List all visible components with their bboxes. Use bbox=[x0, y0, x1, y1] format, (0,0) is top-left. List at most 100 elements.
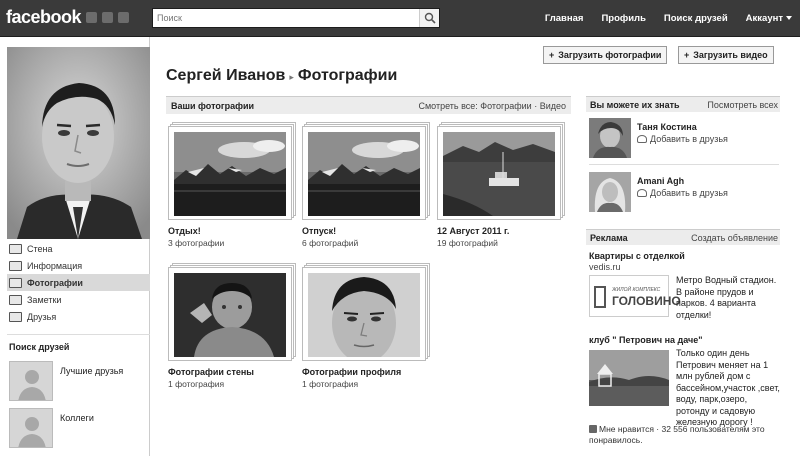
album-count: 1 фотография bbox=[168, 379, 225, 389]
album-cover bbox=[437, 122, 565, 220]
add-friend-icon bbox=[637, 135, 647, 143]
notes-icon bbox=[9, 294, 22, 305]
menu-photos[interactable]: Фотографии bbox=[7, 274, 150, 291]
menu-label: Заметки bbox=[27, 294, 62, 305]
menu-info[interactable]: Информация bbox=[7, 257, 150, 274]
photos-icon bbox=[9, 277, 22, 288]
notification-jewels bbox=[86, 12, 129, 23]
album-photo bbox=[308, 273, 420, 357]
avatar[interactable] bbox=[589, 118, 631, 158]
info-icon bbox=[9, 260, 22, 271]
create-ad-link[interactable]: Создать объявление bbox=[691, 233, 778, 243]
ad2-title[interactable]: клуб " Петрович на даче" bbox=[589, 335, 703, 345]
album-cover bbox=[168, 263, 296, 361]
ad1-title[interactable]: Квартиры с отделкой bbox=[589, 251, 685, 261]
album-cover bbox=[302, 263, 430, 361]
person-name[interactable]: Таня Костина bbox=[637, 122, 697, 132]
menu-friends[interactable]: Друзья bbox=[7, 308, 150, 325]
pymk-header: Вы можете их знать Посмотреть всех bbox=[586, 96, 780, 112]
menu-label: Фотографии bbox=[27, 277, 83, 288]
friends-icon bbox=[9, 311, 22, 322]
ad2-likes: Мне нравится · 32 556 пользователям это … bbox=[589, 424, 783, 446]
view-all-links[interactable]: Смотреть все: Фотографии · Видео bbox=[418, 101, 566, 111]
menu-notes[interactable]: Заметки bbox=[7, 291, 150, 308]
album-cover bbox=[302, 122, 430, 220]
album-photo bbox=[174, 132, 286, 216]
album-name[interactable]: Фотографии профиля bbox=[302, 367, 401, 377]
find-row-best-friends[interactable]: Лучшие друзья bbox=[9, 361, 149, 403]
search-button[interactable] bbox=[419, 9, 439, 27]
add-friend-link[interactable]: Добавить в друзья bbox=[637, 188, 728, 198]
search-box bbox=[152, 8, 440, 28]
find-row-label: Лучшие друзья bbox=[60, 366, 124, 376]
top-nav: Главная Профиль Поиск друзей Аккаунт bbox=[545, 13, 792, 24]
ads-header: Реклама Создать объявление bbox=[586, 229, 780, 245]
chevron-down-icon bbox=[786, 16, 792, 21]
silhouette-icon bbox=[9, 361, 53, 401]
add-friend-label: Добавить в друзья bbox=[650, 134, 728, 144]
nav-find-friends[interactable]: Поиск друзей bbox=[664, 13, 728, 24]
title-section: Фотографии bbox=[297, 67, 398, 84]
add-friend-link[interactable]: Добавить в друзья bbox=[637, 134, 728, 144]
find-row-coworkers[interactable]: Коллеги bbox=[9, 408, 149, 450]
upload-video-label: Загрузить видео bbox=[693, 50, 768, 60]
album-count: 19 фотографий bbox=[437, 238, 498, 248]
search-icon bbox=[424, 12, 436, 24]
pymk-see-all-link[interactable]: Посмотреть всех bbox=[707, 100, 778, 110]
add-friend-icon bbox=[637, 189, 647, 197]
silhouette-icon bbox=[9, 408, 53, 448]
photos-section-header: Ваши фотографии Смотреть все: Фотографии… bbox=[166, 96, 571, 114]
menu-label: Стена bbox=[27, 243, 53, 254]
album-count: 6 фотографий bbox=[302, 238, 359, 248]
ad2-image[interactable] bbox=[589, 350, 669, 406]
ad1-image[interactable]: ЖИЛОЙ КОМПЛЕКС ГОЛОВИНО bbox=[589, 275, 681, 317]
page-title: Сергей Иванов ▸ Фотографии bbox=[166, 67, 397, 85]
pymk-person: Amani Agh Добавить в друзья bbox=[589, 172, 779, 214]
messages-icon[interactable] bbox=[102, 12, 113, 23]
avatar[interactable] bbox=[589, 172, 631, 212]
album-name[interactable]: Отдых! bbox=[168, 226, 201, 236]
building-icon bbox=[594, 286, 606, 308]
notifications-icon[interactable] bbox=[118, 12, 129, 23]
divider bbox=[7, 334, 150, 335]
profile-photo bbox=[7, 47, 150, 239]
title-user[interactable]: Сергей Иванов bbox=[166, 67, 285, 84]
person-name[interactable]: Amani Agh bbox=[637, 176, 684, 186]
menu-wall[interactable]: Стена bbox=[7, 240, 150, 257]
facebook-logo[interactable]: facebook bbox=[6, 7, 82, 28]
album-photo bbox=[308, 132, 420, 216]
menu-label: Друзья bbox=[27, 311, 57, 322]
nav-home[interactable]: Главная bbox=[545, 13, 584, 24]
upload-video-button[interactable]: + Загрузить видео bbox=[678, 46, 774, 64]
nav-account[interactable]: Аккаунт bbox=[746, 13, 792, 24]
like-icon[interactable] bbox=[589, 425, 597, 433]
wall-icon bbox=[9, 243, 22, 254]
section-title: Ваши фотографии bbox=[171, 101, 255, 111]
album-name[interactable]: Фотографии стены bbox=[168, 367, 254, 377]
breadcrumb-arrow-icon: ▸ bbox=[289, 72, 294, 82]
album-photo bbox=[174, 273, 286, 357]
search-input[interactable] bbox=[153, 9, 415, 27]
upload-photos-button[interactable]: + Загрузить фотографии bbox=[543, 46, 668, 64]
find-friends-title: Поиск друзей bbox=[9, 342, 70, 352]
ad2-text: Только один день Петрович меняет на 1 мл… bbox=[676, 348, 780, 427]
ads-title: Реклама bbox=[590, 233, 628, 243]
album-count: 3 фотографии bbox=[168, 238, 225, 248]
profile-picture[interactable] bbox=[7, 47, 150, 239]
plus-icon: + bbox=[684, 50, 690, 60]
divider bbox=[589, 164, 779, 165]
left-column: Стена Информация Фотографии Заметки Друз… bbox=[0, 37, 150, 456]
profile-menu: Стена Информация Фотографии Заметки Друз… bbox=[7, 240, 150, 325]
add-friend-label: Добавить в друзья bbox=[650, 188, 728, 198]
top-bar: facebook Главная Профиль Поиск друзей Ак… bbox=[0, 0, 800, 37]
album-name[interactable]: 12 Август 2011 г. bbox=[437, 226, 509, 236]
album-name[interactable]: Отпуск! bbox=[302, 226, 336, 236]
ad2-likes-text: Мне нравится · 32 556 пользователям это … bbox=[589, 424, 765, 445]
ad1-url[interactable]: vedis.ru bbox=[589, 262, 621, 272]
upload-photos-label: Загрузить фотографии bbox=[558, 50, 662, 60]
nav-profile[interactable]: Профиль bbox=[601, 13, 645, 24]
ad1-logo-small: ЖИЛОЙ КОМПЛЕКС bbox=[612, 287, 661, 293]
menu-label: Информация bbox=[27, 260, 83, 271]
album-cover bbox=[168, 122, 296, 220]
friend-requests-icon[interactable] bbox=[86, 12, 97, 23]
